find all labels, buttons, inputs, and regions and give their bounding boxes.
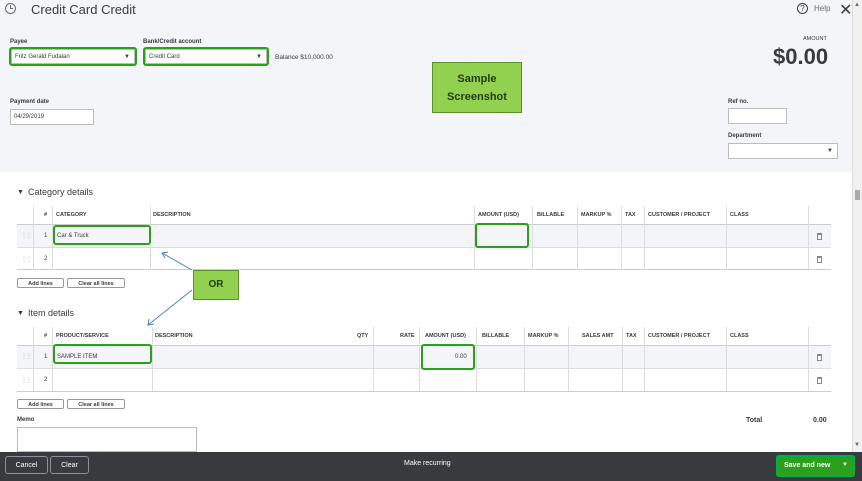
cat-col-amount: AMOUNT (USD)	[478, 212, 519, 218]
drag-handle-icon[interactable]: ⋮⋮	[21, 353, 32, 360]
collapse-icon[interactable]: ▼	[17, 310, 24, 317]
clear-button[interactable]: Clear	[50, 456, 89, 474]
help-icon[interactable]: ?	[797, 3, 808, 14]
department-select[interactable]: ▼	[728, 143, 838, 159]
item-col-amount: AMOUNT (USD)	[425, 333, 466, 339]
save-and-new-button[interactable]: Save and new ▼	[776, 455, 855, 477]
make-recurring-link[interactable]: Make recurring	[404, 460, 451, 467]
trash-icon[interactable]	[817, 354, 822, 361]
category-row-num: 2	[44, 256, 48, 262]
cat-col-customer: CUSTOMER / PROJECT	[648, 212, 710, 218]
item-col-rate: RATE	[400, 333, 415, 339]
category-row-num: 1	[44, 233, 48, 239]
page-title: Credit Card Credit	[31, 2, 136, 17]
ref-no-label: Ref no.	[728, 99, 749, 105]
category-clear-lines-button[interactable]: Clear all lines	[67, 278, 125, 288]
trash-icon[interactable]	[817, 256, 822, 263]
item-row-num: 2	[44, 377, 48, 383]
payment-date-input[interactable]: 04/29/2019	[10, 109, 94, 125]
arrow-connector	[147, 251, 193, 326]
drag-handle-icon[interactable]: ⋮⋮	[21, 232, 32, 239]
cat-col-description: DESCRIPTION	[153, 212, 191, 218]
item-col-tax: TAX	[626, 333, 637, 339]
item-col-description: DESCRIPTION	[155, 333, 193, 339]
account-balance: Balance $10,000.00	[275, 54, 333, 61]
sample-line1: Sample	[457, 73, 497, 85]
drag-handle-icon[interactable]: ⋮⋮	[21, 377, 32, 384]
cat-col-class: CLASS	[730, 212, 749, 218]
history-icon[interactable]	[5, 3, 16, 14]
scrollbar[interactable]: ▲ ▼	[852, 0, 862, 452]
account-label: Bank/Credit account	[143, 39, 202, 45]
cat-col-category: CATEGORY	[56, 212, 87, 218]
item-col-markup: MARKUP %	[528, 333, 559, 339]
total-label: Total	[746, 417, 763, 424]
account-highlight	[143, 47, 269, 66]
item-amount-highlight	[421, 344, 475, 370]
cat-col-num: #	[44, 212, 48, 218]
item-section-title: Item details	[28, 308, 75, 318]
footer-bar: Cancel Clear Make recurring Save and new…	[0, 452, 862, 481]
ref-no-input[interactable]	[728, 108, 787, 124]
form-header-area	[0, 0, 852, 172]
item-col-product: PRODUCT/SERVICE	[56, 333, 109, 339]
item-add-lines-button[interactable]: Add lines	[17, 399, 64, 409]
sample-line2: Screenshot	[447, 91, 507, 103]
memo-label: Memo	[17, 417, 35, 423]
trash-icon[interactable]	[817, 377, 822, 384]
amount-highlight	[475, 223, 529, 248]
amount-value: $0.00	[773, 44, 829, 69]
sample-screenshot-badge: Sample Screenshot	[432, 62, 522, 113]
cat-col-tax: TAX	[625, 212, 636, 218]
save-and-new-label: Save and new	[784, 462, 831, 469]
amount-label: AMOUNT	[803, 36, 827, 42]
item-col-billable: BILLABLE	[482, 333, 510, 339]
department-label: Department	[728, 133, 762, 139]
category-add-lines-button[interactable]: Add lines	[17, 278, 64, 288]
drag-handle-icon[interactable]: ⋮⋮	[21, 256, 32, 263]
close-icon[interactable]: ✕	[839, 0, 852, 20]
cat-col-markup: MARKUP %	[581, 212, 612, 218]
memo-textarea[interactable]	[17, 427, 197, 452]
payee-highlight	[9, 47, 137, 66]
item-col-sales-amt: SALES AMT	[582, 333, 614, 339]
chevron-down-icon: ▼	[827, 148, 833, 154]
help-link[interactable]: Help	[814, 4, 830, 13]
cat-col-billable: BILLABLE	[537, 212, 565, 218]
cancel-button[interactable]: Cancel	[5, 456, 48, 474]
payee-label: Payee	[10, 39, 28, 45]
item-col-class: CLASS	[730, 333, 749, 339]
category-highlight	[53, 225, 151, 245]
chevron-down-icon[interactable]: ▼	[842, 462, 848, 468]
payment-date-label: Payment date	[10, 99, 50, 105]
item-col-customer: CUSTOMER / PROJECT	[648, 333, 710, 339]
item-col-qty: QTY	[357, 333, 369, 339]
total-value: 0.00	[813, 417, 827, 424]
item-row-num: 1	[44, 354, 48, 360]
item-col-num: #	[44, 333, 48, 339]
trash-icon[interactable]	[817, 233, 822, 240]
item-clear-lines-button[interactable]: Clear all lines	[67, 399, 125, 409]
product-highlight	[53, 344, 152, 364]
category-section-title: Category details	[28, 187, 94, 197]
collapse-icon[interactable]: ▼	[17, 189, 24, 196]
